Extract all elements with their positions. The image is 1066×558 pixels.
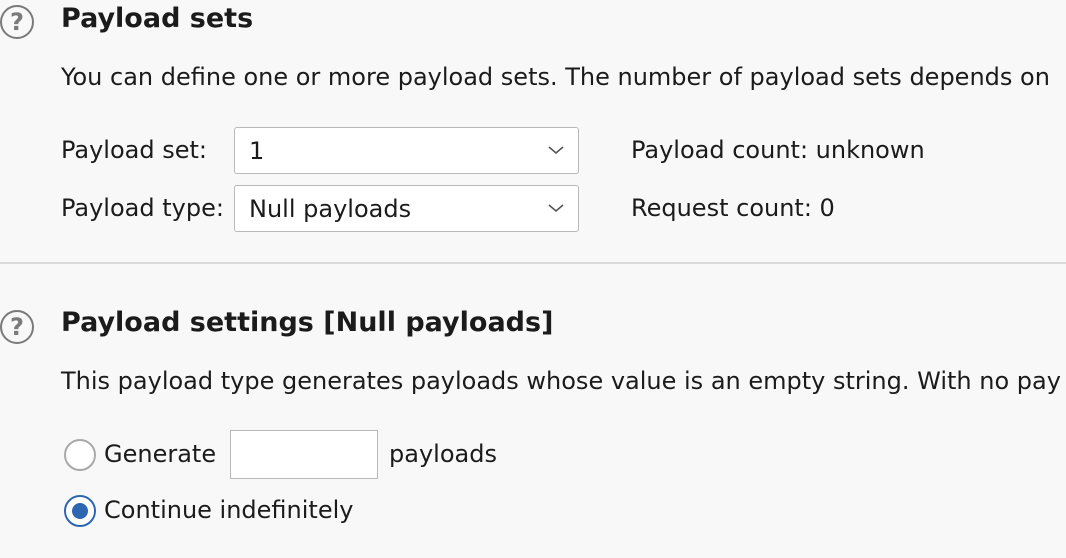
payload-settings-help-icon[interactable]: ? (0, 310, 34, 344)
request-count: Request count: 0 (631, 194, 835, 222)
continue-indefinitely-radio[interactable] (64, 495, 96, 527)
payload-type-value: Null payloads (249, 194, 412, 223)
chevron-down-icon (548, 146, 564, 155)
continue-indefinitely-label: Continue indefinitely (104, 496, 354, 524)
section-divider (0, 262, 1066, 264)
chevron-down-icon (548, 204, 564, 213)
payload-sets-description: You can define one or more payload sets.… (61, 63, 1050, 91)
payload-sets-help-icon[interactable]: ? (0, 5, 34, 39)
payload-sets-title: Payload sets (61, 3, 254, 34)
payload-set-dropdown[interactable]: 1 (234, 127, 579, 174)
generate-radio[interactable] (64, 439, 96, 471)
generate-count-input[interactable] (230, 430, 378, 479)
payload-type-label: Payload type: (61, 194, 224, 222)
payload-settings-description: This payload type generates payloads who… (61, 367, 1061, 395)
payload-settings-title: Payload settings [Null payloads] (61, 307, 554, 338)
generate-label: Generate (104, 440, 217, 468)
payload-count: Payload count: unknown (631, 136, 925, 164)
payloads-suffix-label: payloads (389, 440, 497, 468)
payload-set-value: 1 (249, 136, 265, 165)
payload-type-dropdown[interactable]: Null payloads (234, 185, 579, 232)
payload-set-label: Payload set: (61, 136, 207, 164)
